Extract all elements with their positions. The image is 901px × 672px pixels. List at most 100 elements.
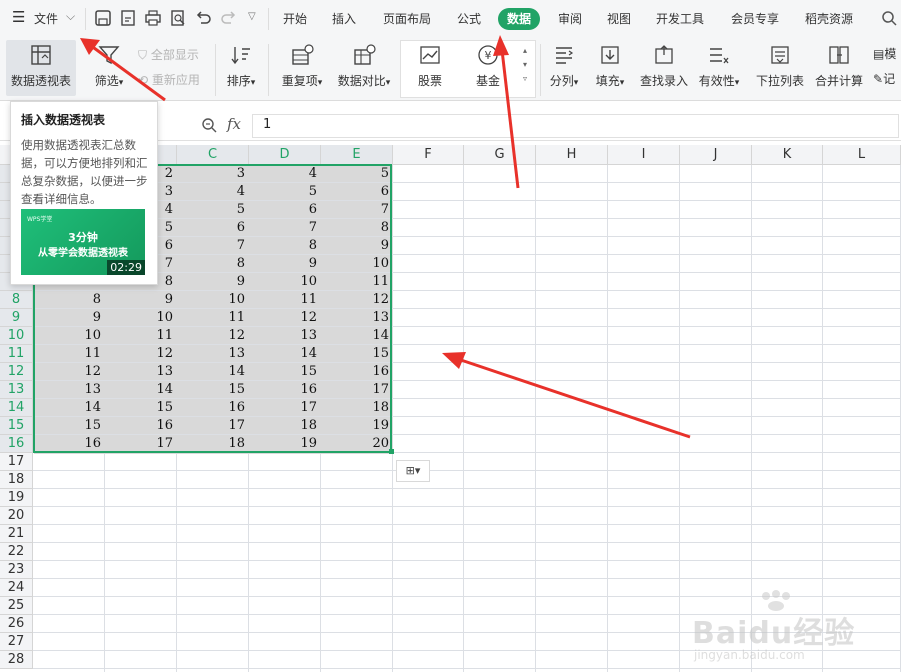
record-button[interactable]: ✎记 xyxy=(873,70,895,87)
tab-home[interactable]: 开始 xyxy=(283,10,307,27)
row-header-12[interactable]: 12 xyxy=(0,363,33,381)
column-header-g[interactable]: G xyxy=(464,145,536,165)
row-header-20[interactable]: 20 xyxy=(0,507,33,525)
column-header-k[interactable]: K xyxy=(752,145,823,165)
row-header-16[interactable]: 16 xyxy=(0,435,33,453)
tab-docer[interactable]: 稻壳资源 xyxy=(805,10,853,27)
tutorial-video-thumbnail[interactable]: WPS学堂 3分钟 从零学会数据透视表 02:29 xyxy=(21,209,145,275)
column-header-f[interactable]: F xyxy=(393,145,464,165)
row-header-18[interactable]: 18 xyxy=(0,471,33,489)
row-header-14[interactable]: 14 xyxy=(0,399,33,417)
redo-icon[interactable] xyxy=(220,9,238,27)
simulation-button[interactable]: ▤模 xyxy=(873,45,896,62)
row-header-24[interactable]: 24 xyxy=(0,579,33,597)
row-header-9[interactable]: 9 xyxy=(0,309,33,327)
duplicates-button[interactable]: 重复项▾ xyxy=(276,44,328,89)
row-header-13[interactable]: 13 xyxy=(0,381,33,399)
filter-button[interactable]: 筛选▾ xyxy=(88,44,130,89)
formula-input[interactable]: 1 xyxy=(252,114,899,138)
print-preview-icon[interactable] xyxy=(169,9,187,27)
tab-view[interactable]: 视图 xyxy=(607,10,631,27)
baidu-watermark: Baidu经验 jingyan.baidu.com xyxy=(688,590,898,666)
video-brand-logo: WPS学堂 xyxy=(27,216,53,223)
formula-value: 1 xyxy=(263,117,272,132)
search-icon[interactable] xyxy=(880,9,898,27)
stocks-button[interactable]: 股票 xyxy=(410,44,450,89)
row-header-10[interactable]: 10 xyxy=(0,327,33,345)
divider xyxy=(268,8,269,30)
tab-member[interactable]: 会员专享 xyxy=(731,10,779,27)
row-header-27[interactable]: 27 xyxy=(0,633,33,651)
row-header-8[interactable]: 8 xyxy=(0,291,33,309)
column-header-h[interactable]: H xyxy=(536,145,608,165)
column-header-l[interactable]: L xyxy=(823,145,901,165)
show-all-icon: ⛉ xyxy=(138,48,151,62)
gridline-horizontal xyxy=(33,506,901,507)
undo-icon[interactable] xyxy=(194,9,212,27)
column-header-i[interactable]: I xyxy=(608,145,680,165)
gridline-horizontal xyxy=(33,488,901,489)
row-header-17[interactable]: 17 xyxy=(0,453,33,471)
merge-calculation-icon xyxy=(829,46,849,64)
column-header-c[interactable]: C xyxy=(177,145,249,165)
data-compare-button[interactable]: 数据对比▾ xyxy=(334,44,394,89)
gridline-horizontal xyxy=(33,578,901,579)
split-column-label: 分列 xyxy=(549,74,574,88)
record-icon: ✎ xyxy=(873,72,884,86)
validity-button[interactable]: 有效性▾ xyxy=(697,44,741,89)
gridline-horizontal xyxy=(33,470,901,471)
sort-button[interactable]: 排序▾ xyxy=(222,44,260,89)
row-header-21[interactable]: 21 xyxy=(0,525,33,543)
gridline-horizontal xyxy=(33,560,901,561)
column-header-d[interactable]: D xyxy=(249,145,321,165)
pivot-table-icon xyxy=(31,45,51,65)
tooltip-title: 插入数据透视表 xyxy=(21,113,106,127)
merge-calculation-button[interactable]: 合并计算 xyxy=(813,44,865,89)
split-column-button[interactable]: 分列▾ xyxy=(546,44,582,89)
row-header-26[interactable]: 26 xyxy=(0,615,33,633)
chevron-down-icon[interactable]: ⌵ xyxy=(66,9,75,24)
reapply-button[interactable]: ⟲ 重新应用 xyxy=(138,71,200,88)
tab-page-layout[interactable]: 页面布局 xyxy=(383,10,431,27)
quick-analysis-icon: ⊞▾ xyxy=(405,464,421,477)
row-header-15[interactable]: 15 xyxy=(0,417,33,435)
watermark-url: jingyan.baidu.com xyxy=(694,648,805,662)
tab-formula[interactable]: 公式 xyxy=(457,10,481,27)
simulation-label: 模 xyxy=(884,47,897,61)
validity-icon xyxy=(710,48,729,64)
file-menu[interactable]: 文件 xyxy=(34,10,58,27)
gallery-scroll-arrows[interactable]: ▴ ▾ ▿ xyxy=(518,44,532,86)
fill-handle[interactable] xyxy=(389,449,394,454)
sort-icon xyxy=(231,47,250,65)
quick-access-dropdown-icon[interactable]: ▽ xyxy=(248,11,256,22)
row-header-25[interactable]: 25 xyxy=(0,597,33,615)
row-header-22[interactable]: 22 xyxy=(0,543,33,561)
quick-analysis-button[interactable]: ⊞▾ xyxy=(396,460,430,482)
export-pdf-icon[interactable] xyxy=(119,9,137,27)
fill-button[interactable]: 填充▾ xyxy=(592,44,628,89)
tab-developer[interactable]: 开发工具 xyxy=(656,10,704,27)
simulation-icon: ▤ xyxy=(873,47,885,61)
column-header-e[interactable]: E xyxy=(321,145,393,165)
row-header-11[interactable]: 11 xyxy=(0,345,33,363)
dropdown-list-icon xyxy=(771,46,789,64)
save-icon[interactable] xyxy=(94,9,112,27)
column-header-j[interactable]: J xyxy=(680,145,752,165)
print-icon[interactable] xyxy=(144,9,162,27)
data-compare-label: 数据对比 xyxy=(337,74,386,88)
row-header-19[interactable]: 19 xyxy=(0,489,33,507)
fund-button[interactable]: ¥ 基金 xyxy=(470,44,506,89)
row-header-28[interactable]: 28 xyxy=(0,651,33,669)
lookup-entry-button[interactable]: 查找录入 xyxy=(638,44,690,89)
tab-data[interactable]: 数据 xyxy=(498,8,541,30)
fx-icon[interactable]: fx xyxy=(227,115,241,133)
row-header-23[interactable]: 23 xyxy=(0,561,33,579)
menu-bar: ☰ 文件 ⌵ ▽ 开始 插入 页面布局 公式 数据 审阅 视图 开发工具 会员专… xyxy=(0,0,901,39)
zoom-search-icon[interactable] xyxy=(201,117,217,133)
hamburger-icon[interactable]: ☰ xyxy=(12,8,25,26)
dropdown-list-button[interactable]: 下拉列表 xyxy=(754,44,806,89)
show-all-button[interactable]: ⛉ 全部显示 xyxy=(138,46,199,63)
tab-review[interactable]: 审阅 xyxy=(558,10,582,27)
tab-insert[interactable]: 插入 xyxy=(332,10,356,27)
pivot-table-button[interactable]: 数据透视表 xyxy=(9,44,73,89)
